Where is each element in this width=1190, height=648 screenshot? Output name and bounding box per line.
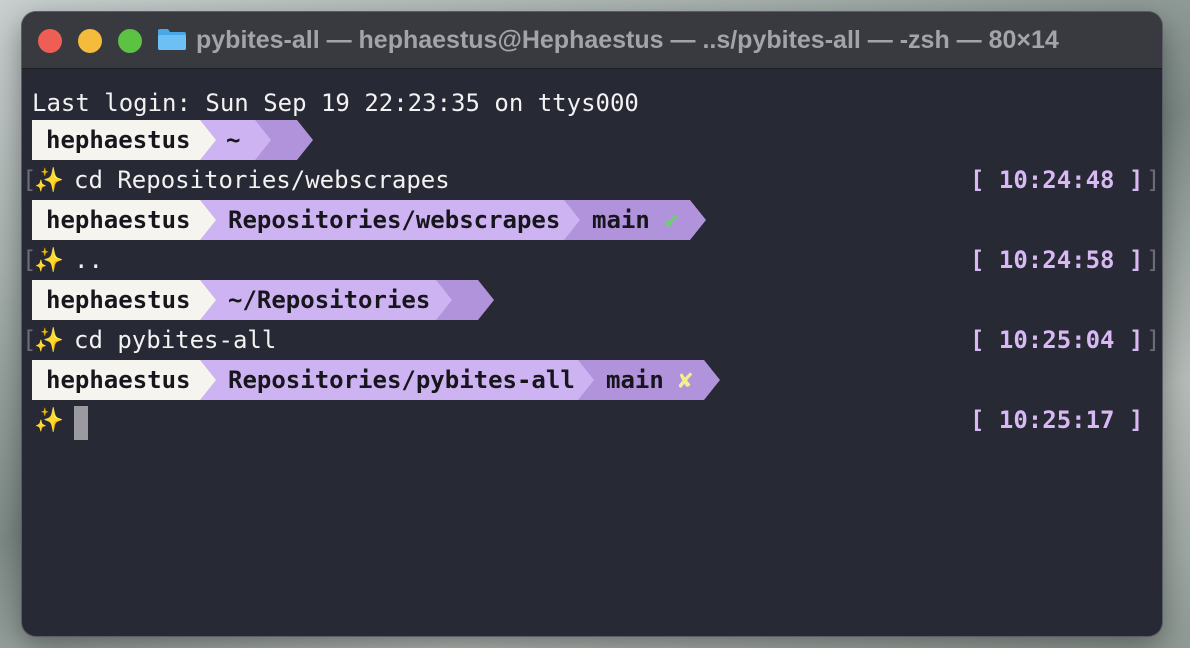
prompt-git-segment: main ✘ [578,360,704,400]
prompt-dir-segment: ~/Repositories [200,280,436,320]
last-login-line: Last login: Sun Sep 19 22:23:35 on ttys0… [22,83,1162,123]
prompt-git-segment: main ✔ [564,200,690,240]
segment-separator [200,120,216,160]
sparkle-icon: ✨ [34,406,64,434]
minimize-button[interactable] [78,29,102,53]
window-title: pybites-all — hephaestus@Hephaestus — ..… [196,26,1059,54]
segment-separator [564,200,580,240]
prompt-line: hephaestus ~ [22,120,1162,160]
prompt-user: hephaestus [46,286,191,314]
prompt-user-segment: hephaestus [32,360,200,400]
terminal-content[interactable]: Last login: Sun Sep 19 22:23:35 on ttys0… [22,69,1162,636]
check-icon: ✔ [664,206,679,234]
command-line: [ ✨ cd Repositories/webscrapes [ 10:24:4… [22,160,1162,200]
segment-separator [704,360,720,400]
sparkle-icon: ✨ [34,326,64,354]
segment-separator [297,120,313,160]
command-timestamp: [ 10:25:17 ] [970,406,1144,434]
prompt-line: hephaestus Repositories/pybites-all main… [22,360,1162,400]
folder-icon [158,29,186,50]
command-text: .. [74,246,103,274]
prompt-dir: ~ [226,126,241,154]
command-bracket-close: ] [1146,326,1161,354]
prompt-dir: Repositories/webscrapes [228,206,561,234]
segment-separator [200,280,216,320]
prompt-line: hephaestus Repositories/webscrapes main … [22,200,1162,240]
cross-icon: ✘ [678,366,693,394]
segment-separator [200,200,216,240]
command-timestamp: [ 10:24:58 ] [970,246,1144,274]
segment-separator [478,280,494,320]
sparkle-icon: ✨ [34,166,64,194]
title-bar[interactable]: pybites-all — hephaestus@Hephaestus — ..… [22,12,1162,69]
segment-separator [436,280,452,320]
last-login-text: Last login: Sun Sep 19 22:23:35 on ttys0… [32,89,639,117]
prompt-user: hephaestus [46,366,191,394]
segment-separator [690,200,706,240]
segment-separator [200,360,216,400]
prompt-user-segment: hephaestus [32,200,200,240]
prompt-dir-segment: Repositories/pybites-all [200,360,578,400]
command-timestamp: [ 10:24:48 ] [970,166,1144,194]
git-branch: main [592,206,650,234]
command-bracket-close: ] [1146,166,1161,194]
input-line[interactable]: ✨ [ 10:25:17 ] [22,400,1162,440]
command-line: [ ✨ .. [ 10:24:58 ] ] [22,240,1162,280]
terminal-window: pybites-all — hephaestus@Hephaestus — ..… [22,12,1162,636]
prompt-user: hephaestus [46,126,191,154]
command-text: cd pybites-all [74,326,277,354]
prompt-dir-segment: Repositories/webscrapes [200,200,564,240]
prompt-line: hephaestus ~/Repositories [22,280,1162,320]
command-timestamp: [ 10:25:04 ] [970,326,1144,354]
prompt-user: hephaestus [46,206,191,234]
zoom-button[interactable] [118,29,142,53]
prompt-dir: ~/Repositories [228,286,431,314]
command-bracket-close: ] [1146,246,1161,274]
segment-separator [578,360,594,400]
prompt-dir: Repositories/pybites-all [228,366,575,394]
segment-separator [255,120,271,160]
prompt-user-segment: hephaestus [32,280,200,320]
command-text: cd Repositories/webscrapes [74,166,450,194]
close-button[interactable] [38,29,62,53]
git-branch: main [606,366,664,394]
sparkle-icon: ✨ [34,246,64,274]
command-line: [ ✨ cd pybites-all [ 10:25:04 ] ] [22,320,1162,360]
text-cursor [74,406,88,440]
prompt-user-segment: hephaestus [32,120,200,160]
